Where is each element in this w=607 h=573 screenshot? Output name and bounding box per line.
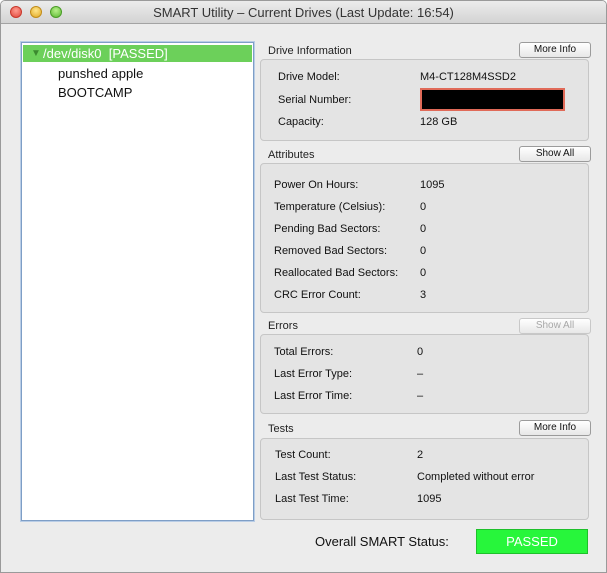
attribute-label: Removed Bad Sectors: [274, 245, 388, 257]
attribute-label: Reallocated Bad Sectors: [274, 267, 399, 279]
drive-tree[interactable]: ▼ /dev/disk0 [PASSED] punshed apple BOOT… [21, 42, 254, 521]
error-value: 0 [417, 346, 424, 358]
tree-item-disk0-label: /dev/disk0 [PASSED] [43, 46, 168, 61]
test-value: 1095 [417, 493, 442, 505]
title-bar: SMART Utility – Current Drives (Last Upd… [1, 1, 606, 24]
drive-info-heading: Drive Information [268, 45, 352, 57]
error-label: Total Errors: [274, 346, 334, 358]
tree-item-volume[interactable]: punshed apple [58, 66, 143, 81]
drive-info-more-info-button[interactable]: More Info [519, 42, 591, 58]
attribute-label: Temperature (Celsius): [274, 201, 386, 213]
attributes-show-all-button[interactable]: Show All [519, 146, 591, 162]
error-label: Last Error Time: [274, 390, 353, 402]
overall-status-badge: PASSED [476, 529, 588, 554]
error-label: Last Error Type: [274, 368, 353, 380]
test-label: Test Count: [275, 449, 331, 461]
attribute-label: Power On Hours: [274, 179, 359, 191]
attribute-value: 0 [420, 245, 427, 257]
error-value: – [417, 368, 424, 380]
test-value: Completed without error [417, 471, 535, 483]
drive-model-label: Drive Model: [278, 71, 340, 83]
attribute-label: CRC Error Count: [274, 289, 361, 301]
test-label: Last Test Status: [275, 471, 357, 483]
attribute-label: Pending Bad Sectors: [274, 223, 381, 235]
disclosure-triangle-icon[interactable]: ▼ [31, 45, 41, 62]
errors-show-all-button: Show All [519, 318, 591, 334]
tree-item-volume[interactable]: BOOTCAMP [58, 85, 132, 100]
test-value: 2 [417, 449, 424, 461]
serial-number-redacted [420, 88, 565, 111]
attribute-value: 3 [420, 289, 427, 301]
attributes-heading: Attributes [268, 149, 315, 161]
overall-status-label: Overall SMART Status: [315, 534, 449, 549]
capacity-value: 128 GB [420, 116, 458, 128]
app-window: SMART Utility – Current Drives (Last Upd… [0, 0, 607, 573]
drive-model-value: M4-CT128M4SSD2 [420, 71, 516, 83]
window-title: SMART Utility – Current Drives (Last Upd… [153, 5, 454, 20]
capacity-label: Capacity: [278, 116, 324, 128]
attribute-value: 0 [420, 201, 427, 213]
tests-heading: Tests [268, 423, 294, 435]
error-value: – [417, 390, 424, 402]
errors-heading: Errors [268, 320, 298, 332]
test-label: Last Test Time: [275, 493, 349, 505]
tree-item-disk0[interactable]: ▼ /dev/disk0 [PASSED] [23, 45, 252, 62]
attribute-value: 0 [420, 267, 427, 279]
attribute-value: 1095 [420, 179, 445, 191]
tests-more-info-button[interactable]: More Info [519, 420, 591, 436]
serial-number-label: Serial Number: [278, 94, 352, 106]
attribute-value: 0 [420, 223, 427, 235]
